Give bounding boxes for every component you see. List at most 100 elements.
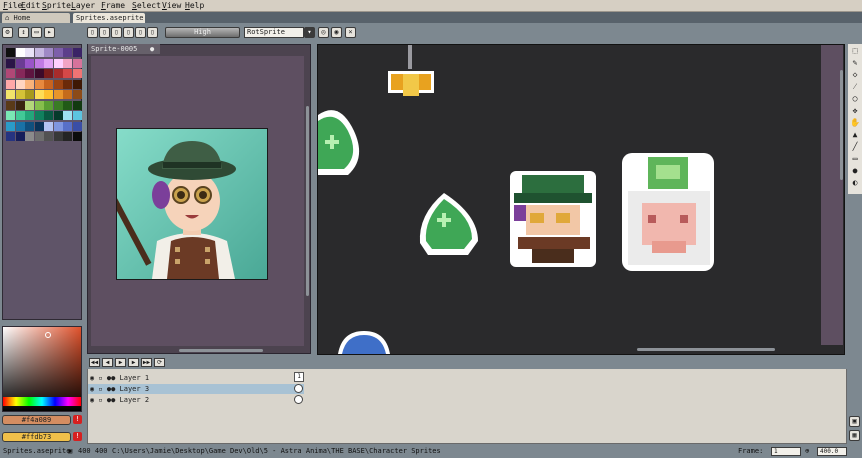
tab-home[interactable]: ⌂ Home xyxy=(2,13,70,23)
layer-row-selected[interactable]: ◉ ▫ ●● Layer 3 xyxy=(88,384,304,394)
lock-icon[interactable]: ▫ xyxy=(98,385,102,393)
palette-swatch[interactable] xyxy=(15,100,25,110)
zoom-field[interactable]: 400.0 xyxy=(817,447,847,456)
bucket-icon[interactable]: ▲ xyxy=(850,130,860,140)
palette-swatch[interactable] xyxy=(15,121,25,131)
palette-swatch[interactable] xyxy=(53,132,63,141)
eye-icon[interactable]: ◉ xyxy=(90,396,94,404)
panel-toggle-icon[interactable]: ▣ xyxy=(849,416,860,427)
chevron-down-icon[interactable]: ▾ xyxy=(304,27,315,38)
palette-swatch[interactable] xyxy=(6,132,15,141)
hand-icon[interactable]: ✋ xyxy=(850,118,860,128)
snap-icon[interactable]: ▯ xyxy=(147,27,158,38)
palette-swatch[interactable] xyxy=(72,100,82,110)
palette-swatch[interactable] xyxy=(63,48,72,57)
palette-swatch[interactable] xyxy=(44,132,53,141)
menu-edit[interactable]: Edit xyxy=(21,1,40,10)
quality-slider[interactable]: High xyxy=(165,27,240,38)
eye-icon[interactable]: ◉ xyxy=(90,385,94,393)
palette-swatch[interactable] xyxy=(53,79,63,89)
preview-hscrollbar[interactable] xyxy=(179,349,263,352)
palette-swatch[interactable] xyxy=(72,121,82,131)
flip-icon[interactable]: ▯ xyxy=(99,27,110,38)
layer-row[interactable]: ◉ ▫ ●● Layer 1 xyxy=(88,373,304,383)
menu-frame[interactable]: Frame xyxy=(101,1,125,10)
palette-swatch[interactable] xyxy=(25,121,34,131)
palette-swatch[interactable] xyxy=(6,100,15,110)
loop-icon[interactable]: ⟳ xyxy=(154,358,165,367)
hue-slider[interactable] xyxy=(3,397,81,406)
palette-swatch[interactable] xyxy=(53,90,63,99)
palette-swatch[interactable] xyxy=(6,58,15,68)
palette-swatch[interactable] xyxy=(34,79,44,89)
palette-swatch[interactable] xyxy=(25,58,34,68)
palette-swatch[interactable] xyxy=(53,48,63,57)
preview-scrollbar[interactable] xyxy=(306,106,309,296)
palette-swatch[interactable] xyxy=(44,100,53,110)
tab-sprites[interactable]: Sprites.aseprite ● xyxy=(73,13,145,32)
cel[interactable] xyxy=(294,395,303,404)
palette-swatch[interactable] xyxy=(53,121,63,131)
palette-swatch[interactable] xyxy=(63,111,72,120)
palette-swatch[interactable] xyxy=(34,69,44,78)
palette-swatch[interactable] xyxy=(34,90,44,99)
menu-sprite[interactable]: Sprite xyxy=(42,1,71,10)
palette-swatch[interactable] xyxy=(25,79,34,89)
eyedropper-icon[interactable]: ⁄ xyxy=(850,82,860,92)
eye-icon[interactable]: ◉ xyxy=(90,374,94,382)
line-icon[interactable]: ╱ xyxy=(850,142,860,152)
eraser-icon[interactable]: ◇ xyxy=(850,70,860,80)
palette-swatch[interactable] xyxy=(72,132,82,141)
palette-swatch[interactable] xyxy=(6,90,15,99)
pencil-icon[interactable]: ✎ xyxy=(850,58,860,68)
frame-field[interactable]: 1 xyxy=(771,447,801,456)
rectangle-icon[interactable]: ▭ xyxy=(850,154,860,164)
eye-icon[interactable]: ◎ xyxy=(318,27,329,38)
paste-icon[interactable]: ▯ xyxy=(123,27,134,38)
menu-file[interactable]: File xyxy=(3,1,22,10)
target-icon[interactable]: ◉ xyxy=(331,27,342,38)
foreground-color-button[interactable]: #f4a089 xyxy=(2,415,71,425)
play-icon[interactable]: ▶ xyxy=(115,358,126,367)
lock-icon[interactable]: ▫ xyxy=(98,374,102,382)
palette-swatch[interactable] xyxy=(15,132,25,141)
menu-select[interactable]: Select xyxy=(132,1,161,10)
transparent-icon[interactable]: ▸ xyxy=(44,27,55,38)
palette-swatch[interactable] xyxy=(15,90,25,99)
palette-swatch[interactable] xyxy=(63,69,72,78)
menu-view[interactable]: View xyxy=(162,1,181,10)
link-icon[interactable]: ●● xyxy=(107,374,115,382)
palette-swatch[interactable] xyxy=(15,58,25,68)
palette-swatch[interactable] xyxy=(44,111,53,120)
palette-swatch[interactable] xyxy=(53,100,63,110)
canvas-hscrollbar[interactable] xyxy=(637,348,775,351)
palette-swatch[interactable] xyxy=(63,90,72,99)
move-icon[interactable]: ✥ xyxy=(850,106,860,116)
palette-swatch[interactable] xyxy=(72,79,82,89)
palette-swatch[interactable] xyxy=(44,58,53,68)
palette-swatch[interactable] xyxy=(44,121,53,131)
palette-swatch[interactable] xyxy=(34,121,44,131)
menu-layer[interactable]: Layer xyxy=(71,1,95,10)
palette-swatch[interactable] xyxy=(53,58,63,68)
background-color-button[interactable]: #ffdb73 xyxy=(2,432,71,442)
sprite-canvas[interactable] xyxy=(317,44,845,355)
first-frame-icon[interactable]: ◀◀ xyxy=(89,358,100,367)
rotation-algorithm-select[interactable]: RotSprite xyxy=(244,27,304,38)
palette-swatch[interactable] xyxy=(25,48,34,57)
palette-swatch[interactable] xyxy=(72,111,82,120)
palette-swatch[interactable] xyxy=(44,79,53,89)
palette-swatch[interactable] xyxy=(25,69,34,78)
palette-swatch[interactable] xyxy=(6,121,15,131)
palette-swatch[interactable] xyxy=(34,111,44,120)
palette-swatch[interactable] xyxy=(44,48,53,57)
palette-swatch[interactable] xyxy=(6,79,15,89)
close-icon[interactable]: × xyxy=(345,27,356,38)
gear-icon[interactable]: ⚙ xyxy=(2,27,13,38)
palette-swatch[interactable] xyxy=(63,79,72,89)
warning-icon[interactable]: ! xyxy=(73,432,82,441)
zoom-icon[interactable]: ◯ xyxy=(850,94,860,104)
palette-swatch[interactable] xyxy=(15,79,25,89)
layer-row[interactable]: ◉ ▫ ●● Layer 2 xyxy=(88,395,304,405)
menu-help[interactable]: Help xyxy=(185,1,204,10)
